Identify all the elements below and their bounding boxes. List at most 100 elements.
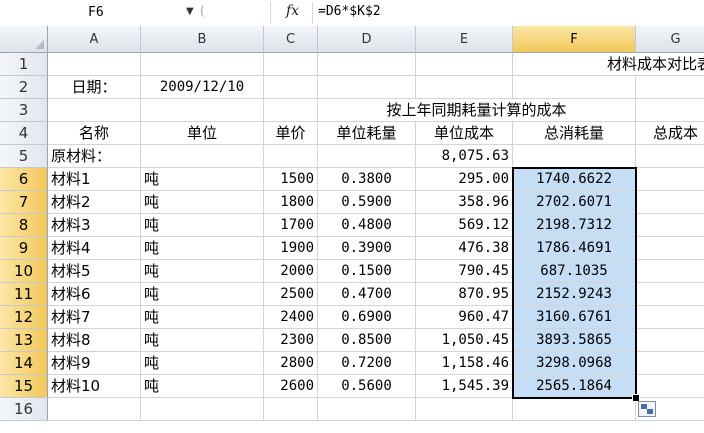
material-price[interactable]: 2600	[264, 375, 318, 398]
autofill-options-icon[interactable]	[638, 401, 656, 417]
cell-empty[interactable]	[416, 53, 513, 76]
material-name[interactable]: 材料8	[48, 329, 141, 352]
material-total-consumption[interactable]: 2198.7312	[513, 214, 636, 237]
material-unit-cost[interactable]: 476.38	[416, 237, 513, 260]
cell-empty[interactable]	[264, 99, 318, 122]
cell-empty[interactable]	[513, 398, 636, 421]
select-all-button[interactable]	[0, 26, 48, 53]
material-consumption[interactable]: 0.4800	[318, 214, 416, 237]
material-price[interactable]: 2300	[264, 329, 318, 352]
cell-empty[interactable]	[48, 398, 141, 421]
material-unit[interactable]: 吨	[141, 352, 264, 375]
material-total-consumption[interactable]: 3298.0968	[513, 352, 636, 375]
cell-empty[interactable]	[264, 53, 318, 76]
material-name[interactable]: 材料6	[48, 283, 141, 306]
formula-input[interactable]: =D6*$K$2	[318, 4, 381, 19]
material-total-cost[interactable]	[636, 329, 704, 352]
material-total-cost[interactable]	[636, 237, 704, 260]
column-header-d[interactable]: D	[318, 26, 416, 53]
name-box-value[interactable]: F6	[88, 5, 104, 20]
material-consumption[interactable]: 0.4700	[318, 283, 416, 306]
column-header-b[interactable]: B	[141, 26, 264, 53]
material-unit-cost[interactable]: 1,545.39	[416, 375, 513, 398]
cell-empty[interactable]	[141, 99, 264, 122]
material-total-consumption[interactable]: 1786.4691	[513, 237, 636, 260]
chevron-down-icon[interactable]: ▼	[186, 6, 194, 17]
header-total-consumption[interactable]: 总消耗量	[513, 122, 636, 145]
material-price[interactable]: 2800	[264, 352, 318, 375]
material-unit-cost[interactable]: 960.47	[416, 306, 513, 329]
material-unit[interactable]: 吨	[141, 329, 264, 352]
raw-material-unit-cost[interactable]: 8,075.63	[416, 145, 513, 168]
material-name[interactable]: 材料10	[48, 375, 141, 398]
cell-empty[interactable]	[141, 398, 264, 421]
group-header[interactable]: 按上年同期耗量计算的成本	[318, 99, 636, 122]
raw-material-label[interactable]: 原材料：	[48, 145, 141, 168]
material-total-cost[interactable]	[636, 306, 704, 329]
row-header-3[interactable]: 3	[0, 99, 48, 122]
material-consumption[interactable]: 0.5600	[318, 375, 416, 398]
cell-empty[interactable]	[416, 398, 513, 421]
cell-empty[interactable]	[636, 76, 704, 99]
material-unit[interactable]: 吨	[141, 237, 264, 260]
material-name[interactable]: 材料1	[48, 168, 141, 191]
material-price[interactable]: 1500	[264, 168, 318, 191]
material-unit-cost[interactable]: 358.96	[416, 191, 513, 214]
material-unit-cost[interactable]: 569.12	[416, 214, 513, 237]
material-unit-cost[interactable]: 295.00	[416, 168, 513, 191]
material-total-cost[interactable]	[636, 375, 704, 398]
cell-empty[interactable]	[636, 99, 704, 122]
material-total-cost[interactable]	[636, 283, 704, 306]
column-header-e[interactable]: E	[416, 26, 513, 53]
material-consumption[interactable]: 0.3800	[318, 168, 416, 191]
cell-empty[interactable]	[318, 145, 416, 168]
row-header-1[interactable]: 1	[0, 53, 48, 76]
material-total-consumption[interactable]: 2152.9243	[513, 283, 636, 306]
material-unit-cost[interactable]: 1,158.46	[416, 352, 513, 375]
row-header-11[interactable]: 11	[0, 283, 48, 306]
cell-empty[interactable]	[513, 76, 636, 99]
cell-empty[interactable]	[318, 53, 416, 76]
material-unit[interactable]: 吨	[141, 283, 264, 306]
cell-empty[interactable]	[318, 76, 416, 99]
date-value[interactable]: 2009/12/10	[141, 76, 264, 99]
material-consumption[interactable]: 0.7200	[318, 352, 416, 375]
cell-empty[interactable]	[636, 145, 704, 168]
sheet-title[interactable]: 材料成本对比表	[513, 53, 704, 76]
material-unit-cost[interactable]: 790.45	[416, 260, 513, 283]
material-unit[interactable]: 吨	[141, 306, 264, 329]
column-header-f[interactable]: F	[513, 26, 636, 53]
cell-empty[interactable]	[264, 145, 318, 168]
header-price[interactable]: 单价	[264, 122, 318, 145]
material-unit[interactable]: 吨	[141, 168, 264, 191]
row-header-16[interactable]: 16	[0, 398, 48, 421]
material-name[interactable]: 材料4	[48, 237, 141, 260]
name-box[interactable]: F6 ▼	[0, 2, 194, 24]
row-header-9[interactable]: 9	[0, 237, 48, 260]
header-total-cost[interactable]: 总成本	[636, 122, 704, 145]
row-header-4[interactable]: 4	[0, 122, 48, 145]
material-unit[interactable]: 吨	[141, 375, 264, 398]
row-header-12[interactable]: 12	[0, 306, 48, 329]
cell-empty[interactable]	[416, 76, 513, 99]
header-unit-cost[interactable]: 单位成本	[416, 122, 513, 145]
material-price[interactable]: 2400	[264, 306, 318, 329]
material-name[interactable]: 材料5	[48, 260, 141, 283]
material-name[interactable]: 材料9	[48, 352, 141, 375]
material-price[interactable]: 2500	[264, 283, 318, 306]
material-total-consumption[interactable]: 2702.6071	[513, 191, 636, 214]
material-total-cost[interactable]	[636, 352, 704, 375]
material-unit[interactable]: 吨	[141, 214, 264, 237]
material-name[interactable]: 材料7	[48, 306, 141, 329]
header-unit-consumption[interactable]: 单位耗量	[318, 122, 416, 145]
cell-empty[interactable]	[48, 53, 141, 76]
column-header-g[interactable]: G	[636, 26, 704, 53]
material-total-consumption[interactable]: 2565.1864	[513, 375, 636, 398]
cancel-icon[interactable]: (	[200, 4, 220, 20]
insert-function-icon[interactable]: fx	[286, 3, 299, 19]
material-unit-cost[interactable]: 1,050.45	[416, 329, 513, 352]
cell-empty[interactable]	[264, 76, 318, 99]
material-consumption[interactable]: 0.5900	[318, 191, 416, 214]
header-name[interactable]: 名称	[48, 122, 141, 145]
material-total-cost[interactable]	[636, 214, 704, 237]
